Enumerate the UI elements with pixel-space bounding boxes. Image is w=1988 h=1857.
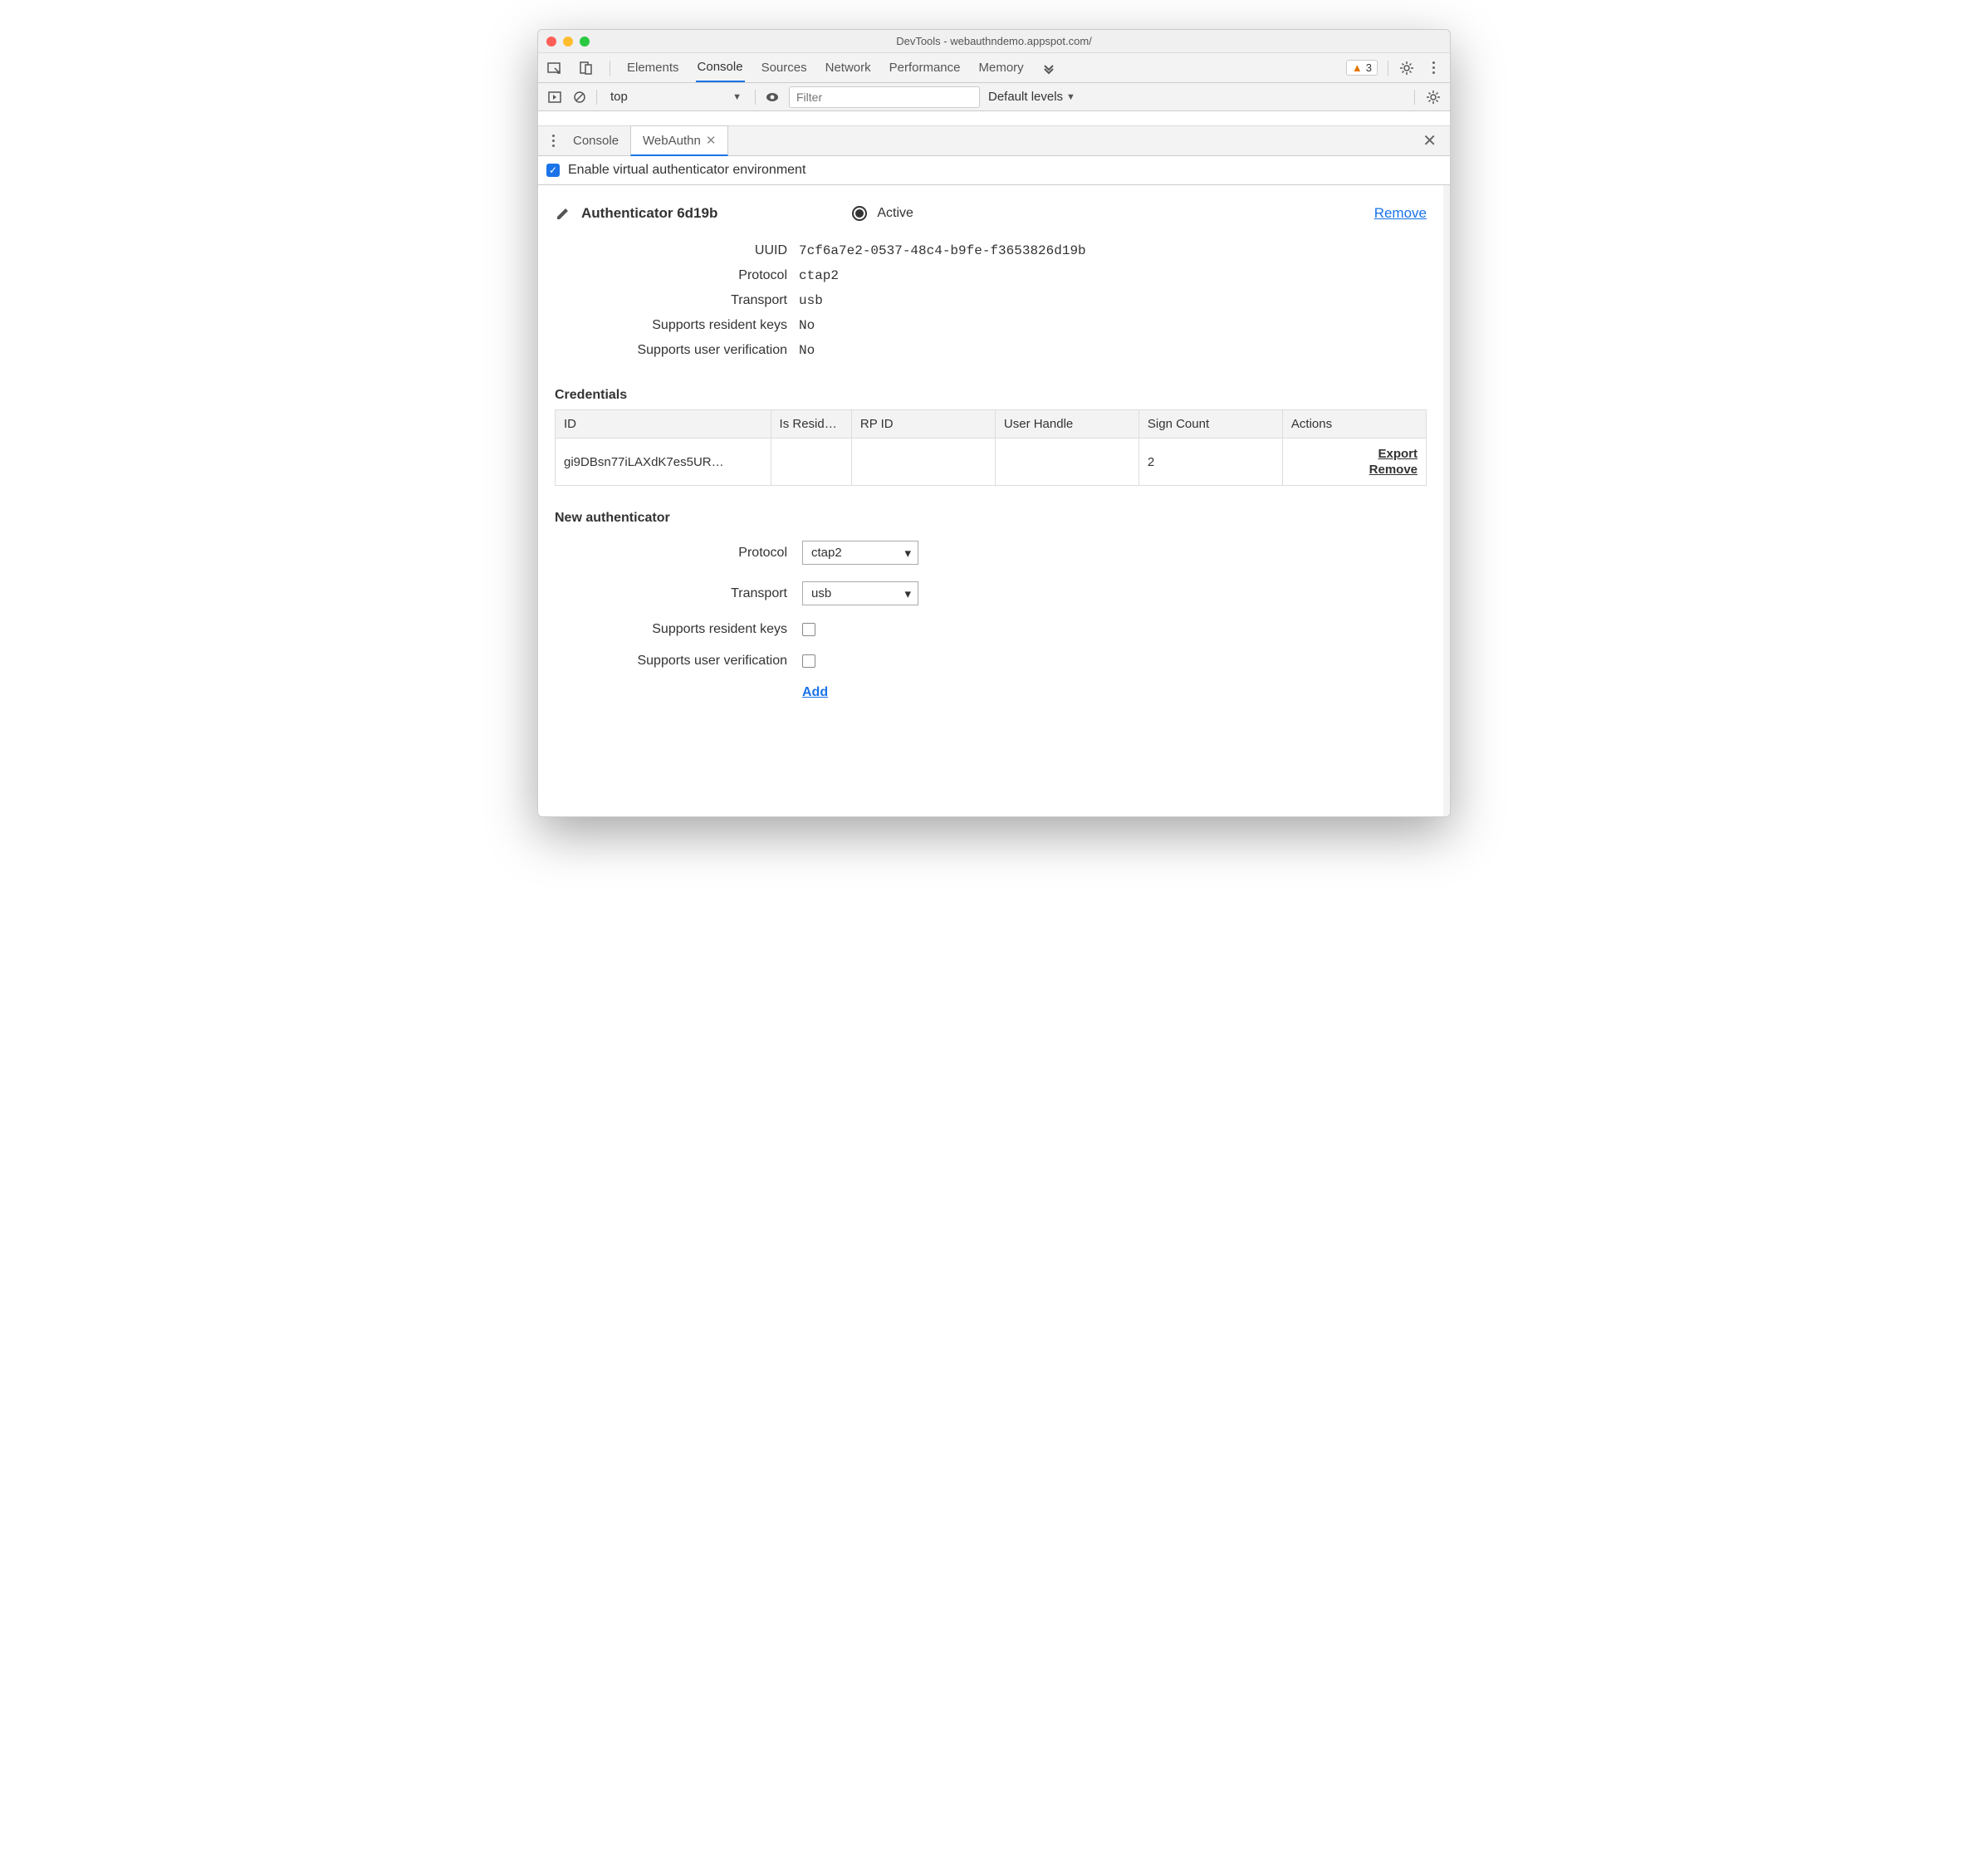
separator bbox=[755, 90, 756, 105]
more-tabs-icon[interactable] bbox=[1041, 60, 1057, 76]
uv-value: No bbox=[799, 343, 815, 358]
cred-user-handle bbox=[995, 439, 1138, 486]
rk-value: No bbox=[799, 318, 815, 333]
window-title: DevTools - webauthndemo.appspot.com/ bbox=[538, 35, 1450, 47]
drawer-kebab-icon[interactable] bbox=[545, 131, 561, 150]
cred-id: gi9DBsn77iLAXdK7es5UR… bbox=[556, 439, 771, 486]
warning-icon: ▲ bbox=[1352, 61, 1363, 74]
enable-bar: ✓ Enable virtual authenticator environme… bbox=[538, 156, 1450, 185]
tab-sources[interactable]: Sources bbox=[760, 54, 809, 81]
table-row: gi9DBsn77iLAXdK7es5UR… 2 Export Remove bbox=[556, 439, 1427, 486]
transport-value: usb bbox=[799, 293, 823, 308]
add-button[interactable]: Add bbox=[802, 685, 828, 699]
rk-checkbox[interactable] bbox=[802, 623, 815, 636]
clear-console-icon[interactable] bbox=[571, 89, 588, 105]
col-is-resident: Is Resid… bbox=[771, 410, 851, 439]
col-actions: Actions bbox=[1282, 410, 1426, 439]
sidebar-toggle-icon[interactable] bbox=[546, 89, 563, 105]
enable-label: Enable virtual authenticator environment bbox=[568, 163, 805, 178]
edit-pencil-icon[interactable] bbox=[555, 205, 571, 222]
uv-label: Supports user verification bbox=[555, 343, 787, 358]
chevron-down-icon: ▼ bbox=[1066, 92, 1075, 102]
col-id: ID bbox=[556, 410, 771, 439]
authenticator-header: Authenticator 6d19b Active Remove bbox=[555, 205, 1427, 222]
enable-checkbox[interactable]: ✓ bbox=[546, 164, 560, 177]
cred-rp-id bbox=[851, 439, 995, 486]
separator bbox=[1414, 90, 1415, 105]
remove-credential-link[interactable]: Remove bbox=[1291, 463, 1418, 477]
inspect-icon[interactable] bbox=[546, 60, 563, 76]
devtools-window: DevTools - webauthndemo.appspot.com/ Ele… bbox=[537, 29, 1451, 817]
table-header-row: ID Is Resid… RP ID User Handle Sign Coun… bbox=[556, 410, 1427, 439]
drawer-tab-console[interactable]: Console bbox=[561, 127, 630, 154]
live-expression-icon[interactable] bbox=[764, 89, 781, 105]
transport-label: Transport bbox=[555, 293, 787, 308]
kebab-menu-icon[interactable] bbox=[1425, 58, 1442, 77]
gear-icon[interactable] bbox=[1398, 60, 1415, 76]
cred-is-resident bbox=[771, 439, 851, 486]
tab-console[interactable]: Console bbox=[696, 53, 745, 82]
new-uv-label: Supports user verification bbox=[555, 654, 787, 669]
active-label: Active bbox=[877, 206, 913, 221]
uv-checkbox[interactable] bbox=[802, 654, 815, 668]
console-spacer bbox=[538, 111, 1450, 126]
rk-label: Supports resident keys bbox=[555, 318, 787, 333]
credentials-title: Credentials bbox=[555, 388, 1427, 403]
uuid-label: UUID bbox=[555, 243, 787, 258]
close-tab-icon[interactable]: ✕ bbox=[706, 133, 717, 148]
console-toolbar: top ▼ Default levels ▼ bbox=[538, 83, 1450, 111]
credentials-table: ID Is Resid… RP ID User Handle Sign Coun… bbox=[555, 409, 1427, 486]
drawer-tabbar: Console WebAuthn ✕ ✕ bbox=[538, 126, 1450, 156]
levels-value: Default levels bbox=[988, 90, 1063, 104]
tab-performance[interactable]: Performance bbox=[888, 54, 962, 81]
device-toggle-icon[interactable] bbox=[578, 60, 595, 76]
protocol-label: Protocol bbox=[555, 268, 787, 283]
active-radio[interactable] bbox=[852, 206, 867, 221]
remove-authenticator-link[interactable]: Remove bbox=[1374, 205, 1427, 222]
authenticator-name: Authenticator 6d19b bbox=[581, 205, 717, 222]
console-settings-gear-icon[interactable] bbox=[1425, 89, 1442, 105]
transport-select[interactable]: usb bbox=[802, 581, 918, 605]
tab-network[interactable]: Network bbox=[824, 54, 873, 81]
cred-sign-count: 2 bbox=[1138, 439, 1282, 486]
webauthn-panel: Authenticator 6d19b Active Remove UUID 7c… bbox=[538, 185, 1450, 816]
authenticator-props: UUID 7cf6a7e2-0537-48c4-b9fe-f3653826d19b… bbox=[555, 238, 1427, 363]
drawer-tab-label: WebAuthn bbox=[643, 134, 701, 148]
col-rp-id: RP ID bbox=[851, 410, 995, 439]
tab-memory[interactable]: Memory bbox=[977, 54, 1026, 81]
protocol-value: ctap2 bbox=[799, 268, 839, 283]
new-protocol-label: Protocol bbox=[555, 546, 787, 561]
new-auth-title: New authenticator bbox=[555, 511, 1427, 526]
new-transport-label: Transport bbox=[555, 586, 787, 601]
col-sign-count: Sign Count bbox=[1138, 410, 1282, 439]
context-value: top bbox=[610, 90, 628, 104]
main-tabbar: Elements Console Sources Network Perform… bbox=[538, 53, 1450, 83]
issues-count: 3 bbox=[1366, 61, 1372, 74]
export-link[interactable]: Export bbox=[1291, 447, 1418, 461]
filter-input[interactable] bbox=[789, 86, 980, 108]
issues-badge[interactable]: ▲ 3 bbox=[1346, 60, 1378, 76]
tab-elements[interactable]: Elements bbox=[625, 54, 681, 81]
log-levels-select[interactable]: Default levels ▼ bbox=[988, 90, 1075, 104]
cred-actions: Export Remove bbox=[1282, 439, 1426, 486]
close-drawer-icon[interactable]: ✕ bbox=[1416, 130, 1443, 151]
uuid-value: 7cf6a7e2-0537-48c4-b9fe-f3653826d19b bbox=[799, 243, 1086, 258]
chevron-down-icon: ▼ bbox=[732, 92, 742, 102]
col-user-handle: User Handle bbox=[995, 410, 1138, 439]
separator bbox=[596, 90, 597, 105]
context-select[interactable]: top ▼ bbox=[605, 88, 747, 105]
drawer-tab-webauthn[interactable]: WebAuthn ✕ bbox=[630, 125, 728, 156]
protocol-select[interactable]: ctap2 bbox=[802, 541, 918, 565]
titlebar: DevTools - webauthndemo.appspot.com/ bbox=[538, 30, 1450, 53]
new-rk-label: Supports resident keys bbox=[555, 622, 787, 637]
